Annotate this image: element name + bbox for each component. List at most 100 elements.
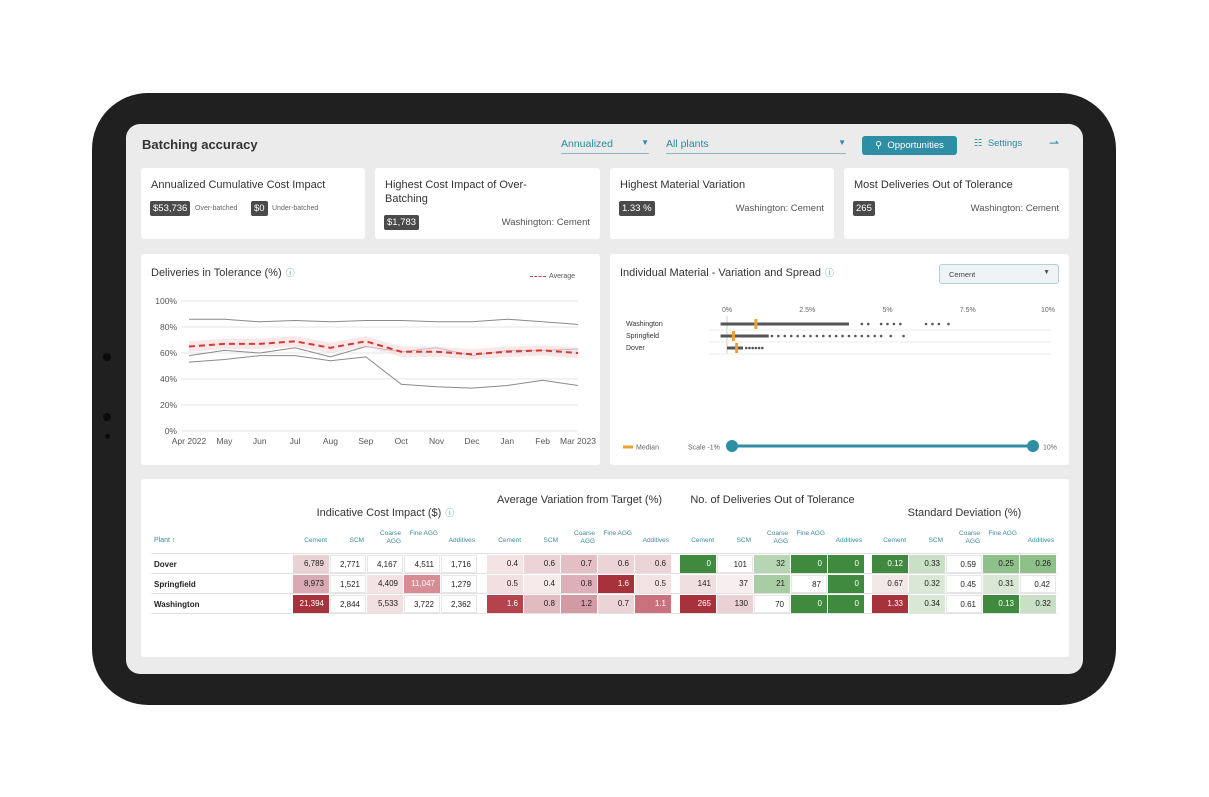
y-tick-label: 80% [160,322,177,332]
column-header[interactable]: Fine AGG [598,530,632,538]
table-cell[interactable]: 0.59 [946,555,982,573]
table-cell[interactable]: 0.4 [487,555,523,573]
table-cell[interactable]: 2,771 [330,555,366,573]
table-cell[interactable]: 0 [680,555,716,573]
column-header[interactable]: Cement [872,537,906,545]
y-tick-label: 40% [160,374,177,384]
table-cell[interactable]: 0 [828,595,864,613]
table-cell[interactable]: 4,409 [367,575,403,593]
column-header[interactable]: Fine AGG [791,530,825,538]
column-header[interactable]: SCM [909,537,943,545]
scale-slider-max-handle[interactable] [1027,440,1039,452]
table-cell[interactable]: 1,716 [441,555,477,573]
table-cell[interactable]: 1.1 [635,595,671,613]
table-cell[interactable]: 87 [791,575,827,593]
table-cell[interactable]: 0.7 [598,595,634,613]
table-cell[interactable]: 1.6 [487,595,523,613]
outlier-point [841,334,844,338]
table-cell[interactable]: 8,973 [293,575,329,593]
table-cell[interactable]: 0.5 [487,575,523,593]
table-cell[interactable]: 1.33 [872,595,908,613]
table-cell[interactable]: 37 [717,575,753,593]
column-header[interactable]: Coarse AGG [367,530,401,545]
table-cell[interactable]: 2,362 [441,595,477,613]
table-cell[interactable]: 3,722 [404,595,440,613]
kpi-detail: Washington: Cement [970,203,1059,214]
table-cell[interactable]: 6,789 [293,555,329,573]
table-cell[interactable]: 1,521 [330,575,366,593]
plants-select[interactable]: All plants ▼ [666,136,846,154]
table-cell[interactable]: 0.7 [561,555,597,573]
table-cell[interactable]: 5,533 [367,595,403,613]
table-cell[interactable]: 0.6 [635,555,671,573]
table-cell[interactable]: 0.8 [524,595,560,613]
table-cell[interactable]: 4,511 [404,555,440,573]
period-select[interactable]: Annualized ▼ [561,136,649,154]
column-group-title-text: No. of Deliveries Out of Tolerance [690,494,855,506]
median-marker [731,331,735,341]
opportunities-button[interactable]: ⚲ Opportunities [862,136,957,155]
table-cell[interactable]: 0.31 [983,575,1019,593]
table-cell[interactable]: 101 [717,555,753,573]
table-cell[interactable]: 0.4 [524,575,560,593]
table-cell[interactable]: 1.6 [598,575,634,593]
column-header[interactable]: Coarse AGG [754,530,788,545]
table-cell[interactable]: 0.61 [946,595,982,613]
table-cell[interactable]: 0.6 [598,555,634,573]
column-header[interactable]: Fine AGG [983,530,1017,538]
table-cell[interactable]: 0.25 [983,555,1019,573]
table-cell[interactable]: 0.8 [561,575,597,593]
x-tick-label: Nov [429,436,445,446]
table-cell[interactable]: 0.6 [524,555,560,573]
table-cell[interactable]: 130 [717,595,753,613]
collapse-icon[interactable]: ⇀ [1049,136,1059,150]
plant-column-header[interactable]: Plant ↑ [154,537,175,544]
column-header[interactable]: Coarse AGG [561,530,595,545]
scale-slider-min-handle[interactable] [726,440,738,452]
table-cell[interactable]: 0.32 [909,575,945,593]
table-cell[interactable]: 0.42 [1020,575,1056,593]
table-cell[interactable]: 1.2 [561,595,597,613]
table-cell[interactable]: 0 [828,555,864,573]
column-header[interactable]: Cement [487,537,521,545]
table-cell[interactable]: 0 [791,555,827,573]
table-cell[interactable]: 2,844 [330,595,366,613]
column-header[interactable]: Additives [635,537,669,545]
table-cell[interactable]: 0.26 [1020,555,1056,573]
column-header[interactable]: Additives [1020,537,1054,545]
table-cell[interactable]: 141 [680,575,716,593]
series-line [188,336,579,360]
table-cell[interactable]: 0.32 [1020,595,1056,613]
table-cell[interactable]: 4,167 [367,555,403,573]
table-cell[interactable]: 21 [754,575,790,593]
table-cell[interactable]: 0.12 [872,555,908,573]
table-cell[interactable]: 0.67 [872,575,908,593]
column-header[interactable]: Cement [680,537,714,545]
table-cell[interactable]: 11,047 [404,575,440,593]
table-cell[interactable]: 1,279 [441,575,477,593]
column-header[interactable]: SCM [330,537,364,545]
table-cell[interactable]: 0.33 [909,555,945,573]
table-cell[interactable]: 21,394 [293,595,329,613]
table-cell[interactable]: 0 [791,595,827,613]
outlier-point [761,346,764,350]
outlier-point [815,334,819,338]
table-cell[interactable]: 0.45 [946,575,982,593]
table-cell[interactable]: 0.5 [635,575,671,593]
table-cell[interactable]: 265 [680,595,716,613]
settings-button[interactable]: ☷ Settings [974,138,1022,149]
table-cell[interactable]: 0.13 [983,595,1019,613]
info-icon[interactable]: ⓘ [445,508,454,518]
column-header[interactable]: Additives [828,537,862,545]
column-header[interactable]: Cement [293,537,327,545]
column-header[interactable]: Coarse AGG [946,530,980,545]
table-cell[interactable]: 0.34 [909,595,945,613]
column-header[interactable]: Fine AGG [404,530,438,538]
table-cell[interactable]: 70 [754,595,790,613]
column-group-title: Indicative Cost Impact ($) ⓘ [298,506,473,520]
table-cell[interactable]: 0 [828,575,864,593]
column-header[interactable]: SCM [717,537,751,545]
table-cell[interactable]: 32 [754,555,790,573]
column-header[interactable]: SCM [524,537,558,545]
column-header[interactable]: Additives [441,537,475,545]
